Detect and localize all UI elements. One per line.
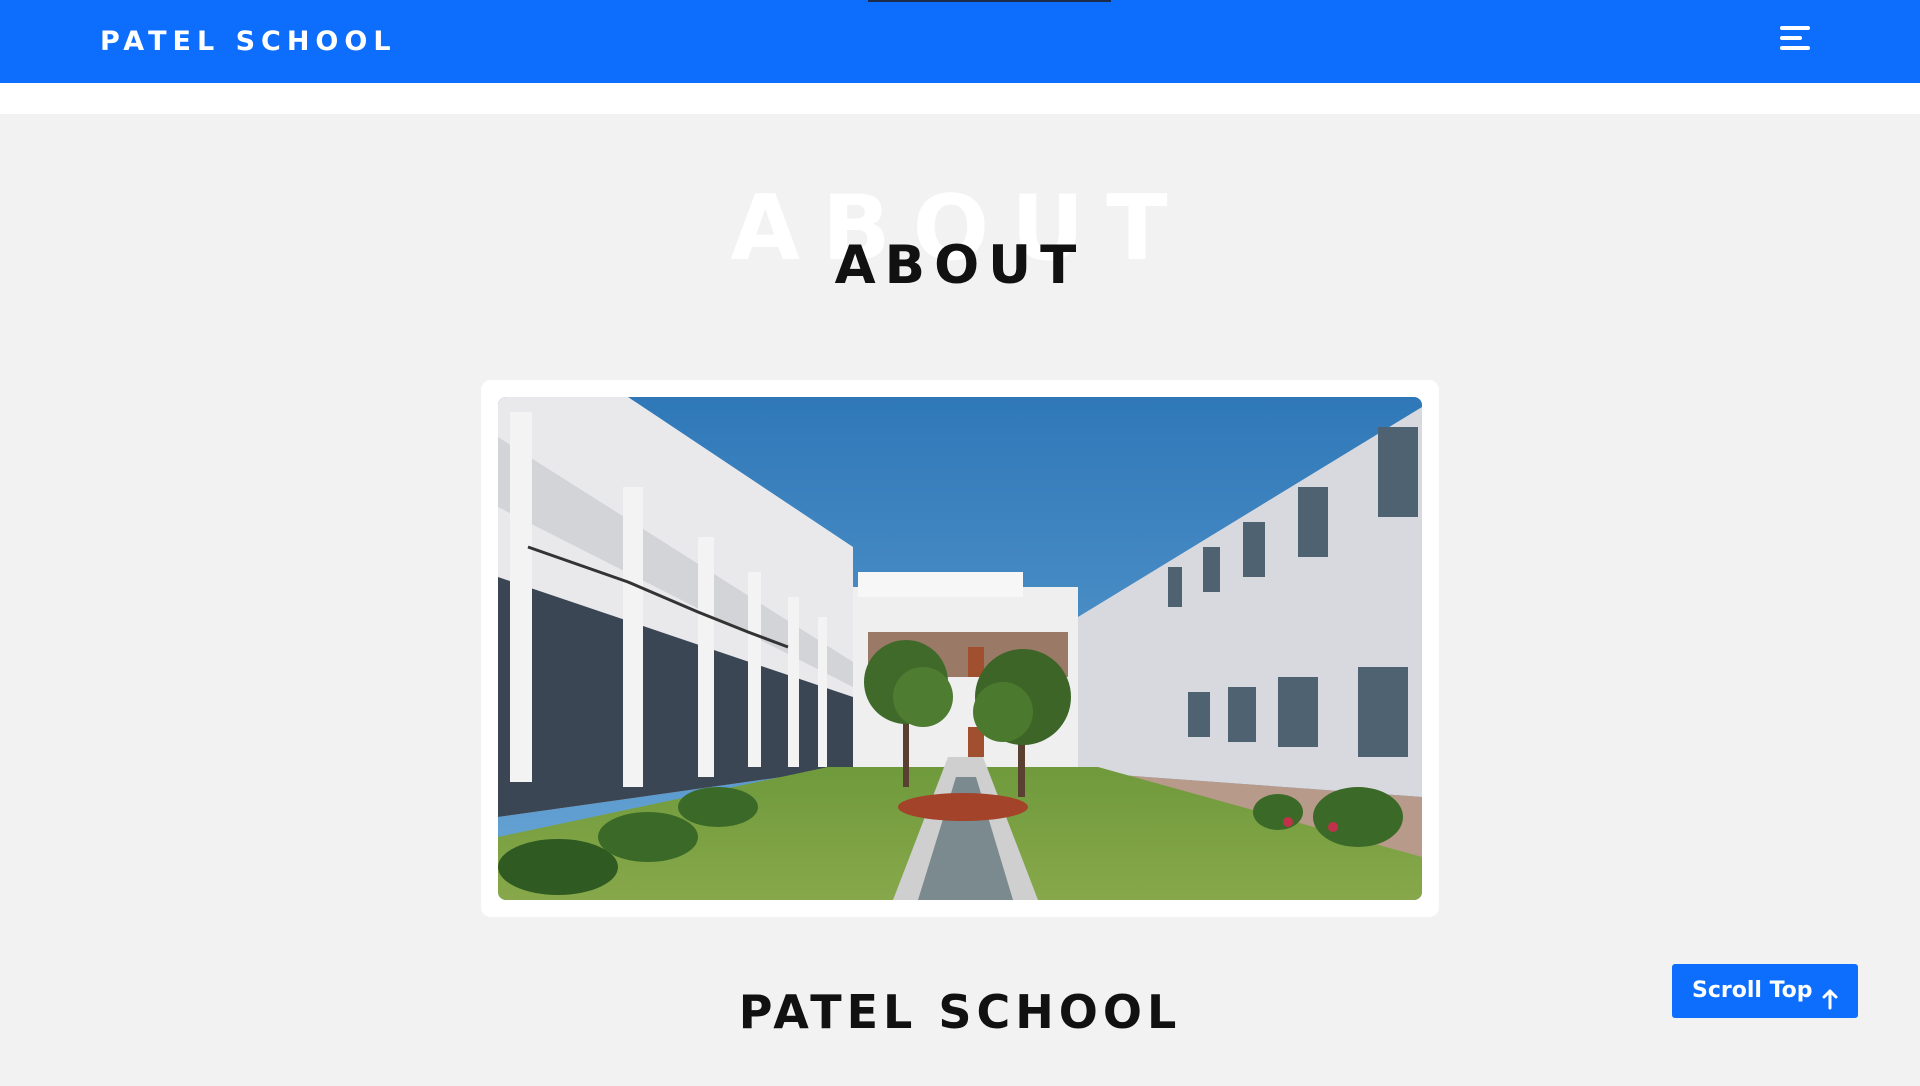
menu-icon[interactable] (1780, 24, 1814, 54)
scroll-top-label: Scroll Top (1692, 978, 1813, 1003)
school-title: PATEL SCHOOL (738, 985, 1182, 1039)
photo-frame (481, 380, 1439, 917)
scroll-top-button[interactable]: Scroll Top (1672, 964, 1858, 1018)
menu-line (1780, 46, 1810, 50)
brand-logo-text[interactable]: PATEL SCHOOL (100, 0, 397, 83)
menu-line (1780, 36, 1802, 40)
header-spacer (0, 83, 1920, 114)
school-courtyard-photo (498, 397, 1422, 900)
about-body-text-cut-off (130, 1066, 1790, 1086)
arrow-up-icon (1822, 977, 1838, 1010)
about-heading: ABOUT (834, 235, 1086, 296)
menu-line (1780, 26, 1810, 30)
nav-active-indicator (868, 0, 1111, 2)
top-navbar: PATEL SCHOOL (0, 0, 1920, 83)
about-section: ABOUT ABOUT PATEL SCHOOL (0, 114, 1920, 1080)
